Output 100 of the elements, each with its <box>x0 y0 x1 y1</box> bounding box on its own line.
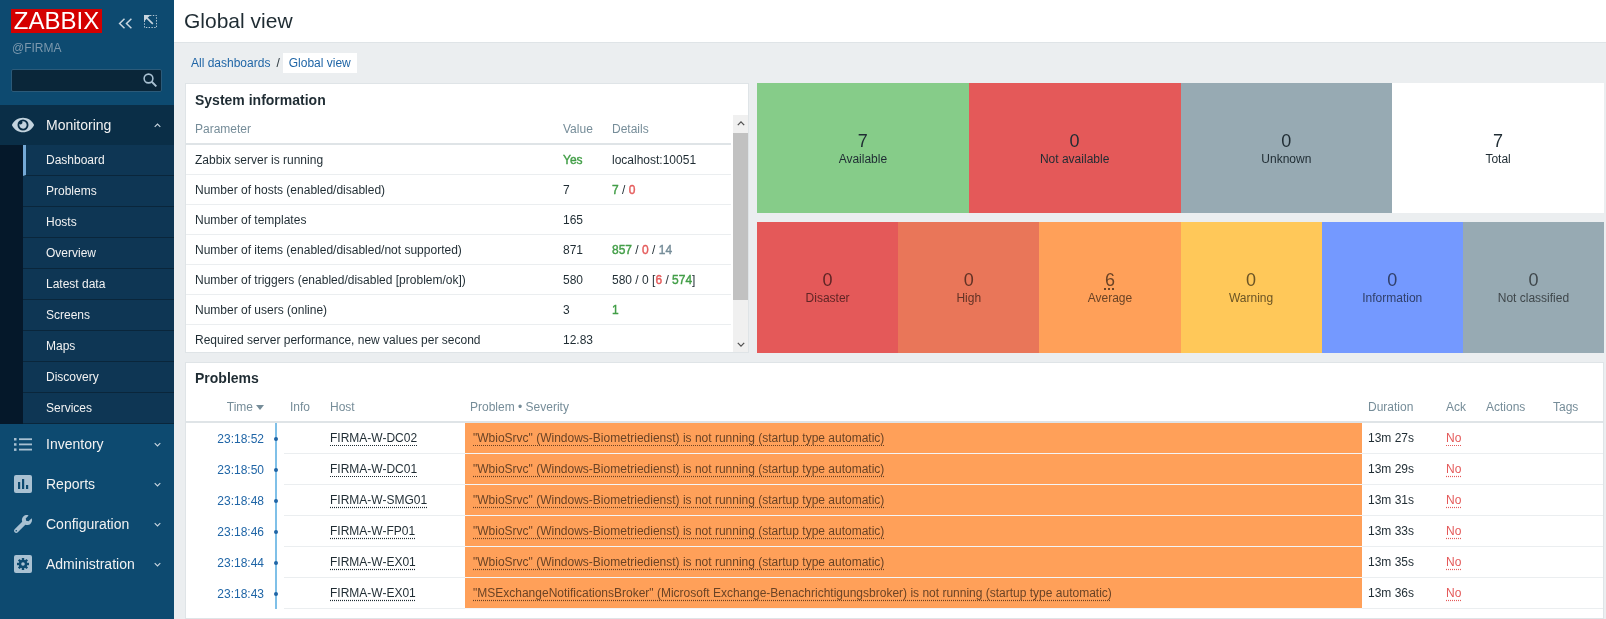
ack-link[interactable]: No <box>1446 584 1462 602</box>
parameter-value: 165 <box>563 212 584 227</box>
ack-link[interactable]: No <box>1446 491 1462 509</box>
duration-text: 13m 31s <box>1368 492 1415 509</box>
tile-count[interactable]: 6 <box>1104 270 1115 290</box>
sidebar-item[interactable]: Maps <box>23 331 174 362</box>
page-title: Global view <box>184 9 293 33</box>
sidebar-item[interactable]: Latest data <box>23 269 174 300</box>
column-header: Duration <box>1368 399 1414 416</box>
scrollbar[interactable] <box>733 115 748 352</box>
ack-link[interactable]: No <box>1446 460 1462 478</box>
search-field[interactable] <box>11 69 162 92</box>
widget-title: System information <box>195 90 326 109</box>
chevron-down-icon[interactable] <box>736 341 745 347</box>
tile-label: Warning <box>1228 291 1274 305</box>
problem-link[interactable]: "WbioSrvc" (Windows-Biometriedienst) is not running (startup type automatic) <box>473 460 885 478</box>
problem-link[interactable]: "WbioSrvc" (Windows-Biometriedienst) is not running (startup type automatic) <box>473 429 885 447</box>
host-link[interactable]: FIRMA-W-DC02 <box>330 429 418 447</box>
search-icon[interactable] <box>143 73 157 87</box>
sidebar-item[interactable]: Problems <box>23 176 174 207</box>
parameter-name: Number of items (enabled/disabled/not supported) <box>195 242 462 257</box>
chevron-up-icon[interactable] <box>736 120 745 126</box>
tile-count: 7 <box>857 130 868 151</box>
problem-link[interactable]: "WbioSrvc" (Windows-Biometriedienst) is not running (startup type automatic) <box>473 553 885 571</box>
column-header: Details <box>612 122 649 136</box>
parameter-details: 857 / 0 / 14 <box>612 242 673 257</box>
tile-label: High <box>956 291 982 305</box>
tile-count: 0 <box>1069 130 1080 151</box>
sidebar-section-button[interactable]: Monitoring <box>0 105 174 145</box>
time-link[interactable]: 23:18:44 <box>217 553 264 572</box>
duration-text: 13m 36s <box>1368 585 1415 602</box>
breadcrumb-link[interactable]: All dashboards <box>191 53 271 73</box>
server-name: @FIRMA <box>12 41 62 55</box>
tile-count: 0 <box>963 270 974 290</box>
column-header: Parameter <box>195 122 252 136</box>
widget-title: Problems <box>195 369 259 387</box>
time-link[interactable]: 23:18:52 <box>217 429 264 448</box>
parameter-name: Number of users (online) <box>195 302 328 317</box>
parameter-details: 7 / 0 <box>612 182 636 197</box>
sidebar-item[interactable]: Screens <box>23 300 174 331</box>
sidebar-item[interactable]: Overview <box>23 238 174 269</box>
duration-text: 13m 29s <box>1368 461 1415 478</box>
tile-count: 0 <box>1246 270 1257 290</box>
square-arrow-icon[interactable] <box>144 15 157 28</box>
parameter-details: localhost:10051 <box>612 152 697 167</box>
parameter-name: Required server performance, new values per second <box>195 332 481 347</box>
tile-label: Unknown <box>1261 151 1312 166</box>
time-link[interactable]: 23:18:48 <box>217 491 264 510</box>
double-chevron-left-icon[interactable] <box>118 18 133 29</box>
breadcrumb-link[interactable]: Global view <box>282 53 357 73</box>
column-header: Ack <box>1446 399 1466 416</box>
sidebar-item[interactable]: Hosts <box>23 207 174 238</box>
duration-text: 13m 33s <box>1368 523 1415 540</box>
tile-count: 0 <box>1387 270 1398 290</box>
gear-icon <box>14 555 32 573</box>
sidebar-item[interactable]: Discovery <box>23 362 174 393</box>
parameter-value: 12.83 <box>563 332 594 347</box>
tile-count: 7 <box>1493 130 1504 151</box>
parameter-value: Yes <box>563 152 583 167</box>
host-link[interactable]: FIRMA-W-EX01 <box>330 584 416 602</box>
scrollbar-thumb[interactable] <box>733 133 748 300</box>
column-header: Host <box>330 399 355 416</box>
problem-link[interactable]: "WbioSrvc" (Windows-Biometriedienst) is not running (startup type automatic) <box>473 522 885 540</box>
wrench-icon <box>14 515 32 533</box>
breadcrumb-separator: / <box>276 55 280 72</box>
parameter-name: Number of hosts (enabled/disabled) <box>195 182 386 197</box>
logo[interactable]: ZABBIX <box>11 9 102 33</box>
column-header: Value <box>563 122 593 136</box>
host-link[interactable]: FIRMA-W-FP01 <box>330 522 416 540</box>
sidebar-item[interactable]: Dashboard <box>23 145 174 176</box>
column-header: Info <box>290 399 310 416</box>
time-link[interactable]: 23:18:46 <box>217 522 264 541</box>
ack-link[interactable]: No <box>1446 522 1462 540</box>
bar-chart-icon <box>14 475 32 493</box>
sidebar-item[interactable]: Services <box>23 393 174 424</box>
parameter-name: Zabbix server is running <box>195 152 324 167</box>
caret-down-icon[interactable] <box>256 404 264 410</box>
ack-link[interactable]: No <box>1446 553 1462 571</box>
tile-label: Information <box>1362 291 1423 305</box>
problem-link[interactable]: "WbioSrvc" (Windows-Biometriedienst) is not running (startup type automatic) <box>473 491 885 509</box>
tile-label: Not classified <box>1497 291 1570 305</box>
time-link[interactable]: 23:18:43 <box>217 584 264 603</box>
column-header[interactable]: Time <box>226 398 264 416</box>
tile-label: Available <box>838 151 888 166</box>
host-link[interactable]: FIRMA-W-EX01 <box>330 553 416 571</box>
parameter-value: 7 <box>563 182 570 197</box>
list-icon <box>14 437 32 451</box>
column-header: Tags <box>1553 399 1579 416</box>
parameter-name: Number of templates <box>195 212 307 227</box>
tile-label: Not available <box>1039 151 1110 166</box>
column-header: Actions <box>1486 399 1526 416</box>
ack-link[interactable]: No <box>1446 429 1462 447</box>
problem-link[interactable]: "MSExchangeNotificationsBroker" (Microsoft Exchange-Benachrichtigungsbroker) is not running (startup type automatic) <box>473 584 1112 602</box>
tile-count: 0 <box>1281 130 1292 151</box>
time-link[interactable]: 23:18:50 <box>217 460 264 479</box>
column-header: Problem • Severity <box>470 399 569 416</box>
host-link[interactable]: FIRMA-W-DC01 <box>330 460 418 478</box>
host-link[interactable]: FIRMA-W-SMG01 <box>330 491 428 509</box>
parameter-value: 3 <box>563 302 570 317</box>
parameter-details: 1 <box>612 302 619 317</box>
